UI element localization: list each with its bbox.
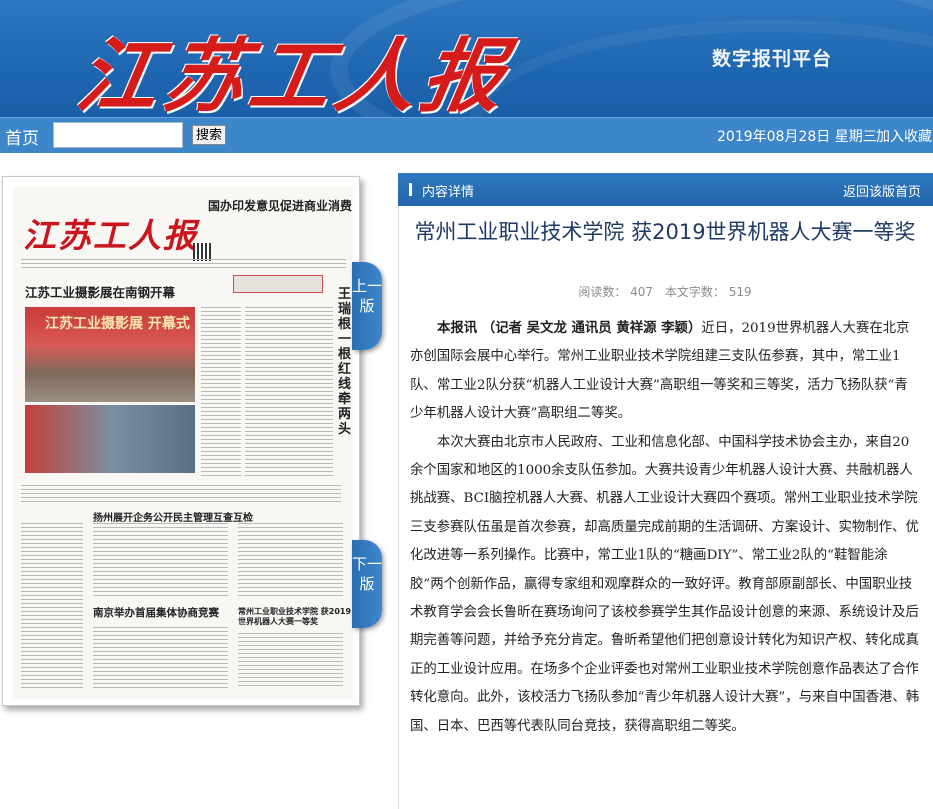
article-paragraph: 本报讯 （记者 吴文龙 通讯员 黄祥源 李颖）近日，2019世界机器人大赛在北京… [410,315,920,429]
column-banner [233,275,323,293]
section-marker-icon [409,183,412,196]
nav-bar: 首页 搜索 2019年08月28日 星期三 加入收藏 [0,117,933,153]
search-input[interactable] [53,122,183,148]
newspaper-headline[interactable]: 南京举办首届集体协商竞赛 [93,605,219,620]
content-panel-header: 内容详情 返回该版首页 [398,173,933,206]
newspaper-headline[interactable]: 扬州展开企务公开民主管理互查互检 [93,509,253,524]
word-count: 本文字数： 519 [664,285,752,299]
read-count: 阅读数： 407 [578,285,654,299]
site-logo[interactable]: 江苏工人报 [70,12,520,117]
next-page-button[interactable]: 下一版 [352,540,382,628]
section-label: 内容详情 [422,185,475,200]
text-block [21,485,341,503]
text-block [93,627,228,689]
text-block [238,633,343,689]
article-body: 本报讯 （记者 吴文龙 通讯员 黄祥源 李颖）近日，2019世界机器人大赛在北京… [410,315,920,741]
newspaper-headline[interactable]: 常州工业职业技术学院 获2019世界机器人大赛一等奖 [238,607,353,627]
article-byline: 本报讯 （记者 吴文龙 通讯员 黄祥源 李颖） [437,321,702,336]
header-banner: 江苏工人报 数字报刊平台 [0,0,933,117]
back-to-page-link[interactable]: 返回该版首页 [843,181,921,200]
current-date: 2019年08月28日 星期三 [717,129,877,145]
text-block [238,523,343,598]
text-block [245,307,333,477]
article-meta: 阅读数： 407 本文字数： 519 [400,283,930,300]
add-favorite-link[interactable]: 加入收藏 [876,126,932,146]
prev-page-button[interactable]: 上一版 [352,262,382,350]
platform-label: 数字报刊平台 [712,48,833,70]
article-paragraph: 本次大赛由北京市人民政府、工业和信息化部、中国科学技术协会主办，来自20余个国家… [410,434,920,734]
article-text: 近日，2019世界机器人大赛在北京亦创国际会展中心举行。常州工业职业技术学院组建… [410,321,910,422]
search-button[interactable]: 搜索 [192,125,227,145]
news-photo[interactable] [25,405,195,473]
article-title: 常州工业职业技术学院 获2019世界机器人大赛一等奖 [414,220,916,244]
text-block [21,523,83,688]
newspaper-page: 江苏工人报 国办印发意见促进商业消费 江苏工业摄影展在南钢开幕 江苏工业摄影展 … [13,187,359,699]
newspaper-headline[interactable]: 国办印发意见促进商业消费 [208,197,352,214]
text-block [201,307,241,477]
newspaper-page-thumbnail[interactable]: 江苏工人报 国办印发意见促进商业消费 江苏工业摄影展在南钢开幕 江苏工业摄影展 … [2,176,360,706]
news-photo[interactable]: 江苏工业摄影展 开幕式 [25,307,195,402]
newspaper-masthead: 江苏工人报 [23,216,198,255]
text-block [21,259,346,269]
newspaper-headline[interactable]: 江苏工业摄影展在南钢开幕 [25,282,175,301]
photo-caption: 江苏工业摄影展 开幕式 [45,316,190,332]
nav-home-link[interactable]: 首页 [5,124,39,149]
text-block [93,523,228,598]
